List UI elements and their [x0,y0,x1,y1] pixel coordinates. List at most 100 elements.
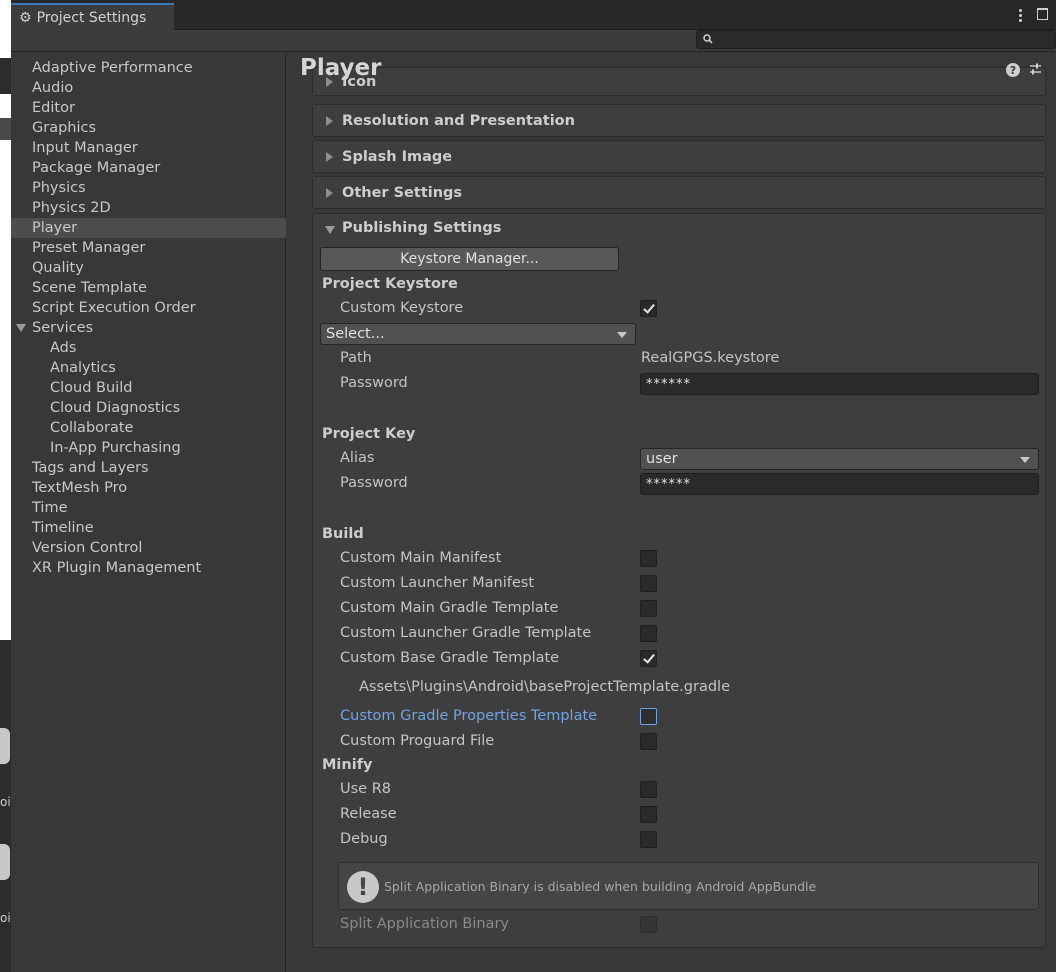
key-password-label: Password [340,475,408,491]
sidebar-item-physics-2d[interactable]: Physics 2D [11,198,286,218]
sidebar-item-textmesh-pro[interactable]: TextMesh Pro [11,478,286,498]
sidebar-item-label: Graphics [32,120,97,136]
sidebar-item-label: Cloud Build [50,380,133,396]
custom-gradle-properties-checkbox[interactable] [640,708,657,725]
custom-keystore-label: Custom Keystore [340,300,464,316]
keystore-select-dropdown[interactable]: Select... [320,323,636,345]
split-binary-label: Split Application Binary [340,916,509,932]
key-password-field[interactable]: ****** [640,473,1039,495]
search-input[interactable] [696,30,1056,49]
custom-keystore-checkbox[interactable] [640,300,657,317]
asset-label: oi [0,795,11,809]
build-heading: Build [322,526,364,542]
sidebar-item-in-app-purchasing[interactable]: In-App Purchasing [11,438,286,458]
sidebar-item-ads[interactable]: Ads [11,338,286,358]
sidebar-item-cloud-diagnostics[interactable]: Cloud Diagnostics [11,398,286,418]
custom-base-gradle-template-checkbox[interactable] [640,650,657,667]
sidebar-item-audio[interactable]: Audio [11,78,286,98]
section-other-header[interactable]: Other Settings [312,176,1046,209]
keystore-manager-button[interactable]: Keystore Manager... [320,247,619,271]
sidebar-item-time[interactable]: Time [11,498,286,518]
help-message: Split Application Binary is disabled whe… [384,879,817,894]
sidebar-item-label: Time [32,500,68,516]
project-settings-window: ⚙ Project Settings Adaptive Performance … [11,0,1056,972]
sidebar-item-player[interactable]: Player [11,218,286,238]
custom-launcher-gradle-template-checkbox[interactable] [640,625,657,642]
sidebar-item-version-control[interactable]: Version Control [11,538,286,558]
sidebar-item-label: Physics [32,180,86,196]
background-window-strip: oi oi [0,0,11,972]
section-splash-header[interactable]: Splash Image [312,140,1046,173]
collapsed-arrow-icon [326,115,333,126]
sidebar-item-label: Scene Template [32,280,147,296]
release-checkbox[interactable] [640,806,657,823]
sidebar-item-graphics[interactable]: Graphics [11,118,286,138]
background-panel-fragment [0,118,11,140]
sidebar-item-analytics[interactable]: Analytics [11,358,286,378]
custom-main-manifest-checkbox[interactable] [640,550,657,567]
use-r8-checkbox[interactable] [640,781,657,798]
section-icon-header[interactable]: Icon [312,67,1046,96]
debug-checkbox[interactable] [640,831,657,848]
more-options-icon[interactable] [1014,6,1026,24]
section-title: Other Settings [342,184,463,201]
alias-dropdown[interactable]: user [640,448,1039,470]
sidebar-item-label: Script Execution Order [32,300,196,316]
sidebar-item-scene-template[interactable]: Scene Template [11,278,286,298]
split-binary-checkbox [640,916,657,933]
sidebar-item-label: TextMesh Pro [32,480,128,496]
sidebar-item-label: Preset Manager [32,240,146,256]
sidebar-item-physics[interactable]: Physics [11,178,286,198]
build-option-label: Custom Base Gradle Template [340,650,560,666]
sidebar-item-cloud-build[interactable]: Cloud Build [11,378,286,398]
tab-project-settings[interactable]: ⚙ Project Settings [11,3,174,30]
maximize-icon[interactable] [1037,8,1048,20]
sidebar-item-label: Services [32,320,94,336]
chevron-down-icon [617,332,627,338]
page-title: Player [300,55,382,81]
sidebar-item-package-manager[interactable]: Package Manager [11,158,286,178]
sidebar-item-adaptive-performance[interactable]: Adaptive Performance [11,58,286,78]
path-label: Path [340,350,372,366]
sidebar-item-preset-manager[interactable]: Preset Manager [11,238,286,258]
expanded-arrow-icon[interactable] [325,226,335,234]
keystore-password-label: Password [340,375,408,391]
tab-bar: ⚙ Project Settings [11,0,1056,30]
sidebar-item-quality[interactable]: Quality [11,258,286,278]
section-resolution-header[interactable]: Resolution and Presentation [312,104,1046,137]
custom-launcher-manifest-checkbox[interactable] [640,575,657,592]
sidebar-item-tags-and-layers[interactable]: Tags and Layers [11,458,286,478]
alias-label: Alias [340,450,375,466]
sidebar-item-script-execution-order[interactable]: Script Execution Order [11,298,286,318]
custom-proguard-checkbox[interactable] [640,733,657,750]
section-title[interactable]: Publishing Settings [342,220,501,236]
sidebar-item-collaborate[interactable]: Collaborate [11,418,286,438]
build-option-label: Custom Main Manifest [340,550,502,566]
sidebar-item-label: Tags and Layers [32,460,149,476]
expand-arrow-icon[interactable] [16,324,26,332]
sidebar-item-label: Collaborate [50,420,134,436]
build-option-label: Custom Launcher Gradle Template [340,625,592,641]
search-toolbar [11,30,1056,52]
search-icon [703,34,713,44]
sidebar-item-input-manager[interactable]: Input Manager [11,138,286,158]
build-option-label: Custom Launcher Manifest [340,575,535,591]
preset-settings-icon[interactable] [1028,62,1043,77]
sidebar-item-label: Adaptive Performance [32,60,193,76]
sidebar-item-label: Player [32,220,78,236]
sidebar-item-label: Audio [32,80,74,96]
sidebar-item-label: Timeline [32,520,94,536]
sidebar-item-label: Editor [32,100,75,116]
sidebar-item-services[interactable]: Services [11,318,286,338]
sidebar-item-timeline[interactable]: Timeline [11,518,286,538]
minify-option-label: Debug [340,831,388,847]
help-icon[interactable]: ? [1006,63,1020,77]
base-gradle-template-path: Assets\Plugins\Android\baseProjectTempla… [359,679,730,695]
minify-heading: Minify [322,757,373,773]
tab-title: Project Settings [36,9,147,26]
sidebar-item-xr-plugin-management[interactable]: XR Plugin Management [11,558,286,578]
keystore-password-field[interactable]: ****** [640,373,1039,395]
settings-sidebar: Adaptive Performance Audio Editor Graphi… [11,53,286,972]
sidebar-item-editor[interactable]: Editor [11,98,286,118]
custom-main-gradle-template-checkbox[interactable] [640,600,657,617]
